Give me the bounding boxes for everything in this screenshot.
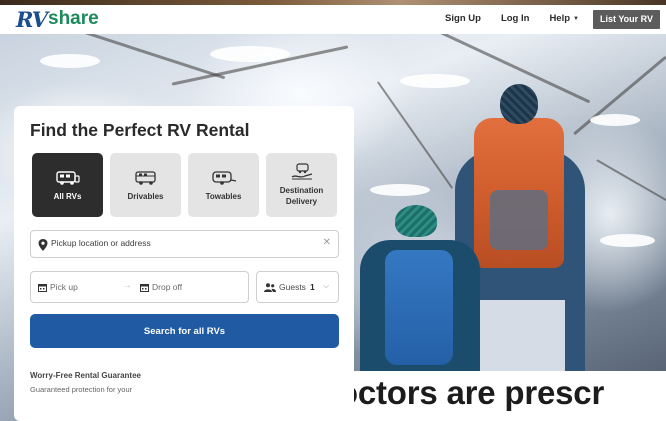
date-range-picker[interactable]: Pick up → Drop off: [30, 271, 249, 303]
snow-clump: [210, 46, 290, 62]
guests-label: Guests: [279, 282, 306, 292]
trailer-icon: [211, 169, 237, 187]
help-menu[interactable]: Help ▼: [539, 9, 589, 29]
type-drivables[interactable]: Drivables: [110, 153, 181, 217]
logo-share-text: share: [48, 8, 99, 29]
pickup-location-input[interactable]: Pickup location or address ✕: [30, 230, 339, 258]
type-label: Towables: [205, 191, 242, 201]
sign-up-link[interactable]: Sign Up: [435, 9, 491, 29]
log-in-link[interactable]: Log In: [491, 9, 540, 29]
hiker-adult-hat: [500, 84, 538, 124]
type-label: Drivables: [127, 191, 164, 201]
hiker-child-backpack: [385, 250, 453, 365]
tree-branch: [596, 159, 666, 211]
hiker-child-hat: [395, 205, 437, 237]
pickup-date-field[interactable]: Pick up: [50, 282, 78, 292]
guests-count: 1: [310, 282, 315, 292]
caret-down-icon: ▼: [573, 16, 579, 22]
clear-icon[interactable]: ✕: [323, 237, 331, 248]
dropoff-date-field[interactable]: Drop off: [152, 282, 182, 292]
type-label: Destination Delivery: [279, 186, 324, 206]
all-rvs-icon: [55, 169, 81, 187]
guarantee-text: Guaranteed protection for your: [30, 385, 133, 394]
snow-clump: [40, 54, 100, 68]
motorhome-icon: [133, 169, 159, 187]
guests-selector[interactable]: Guests 1 ⌵: [256, 271, 339, 303]
arrow-right-icon: →: [122, 280, 132, 291]
top-nav: Sign Up Log In Help ▼ List Your RV: [435, 9, 660, 29]
type-label: All RVs: [53, 191, 82, 201]
guarantee-title: Worry-Free Rental Guarantee: [30, 371, 141, 380]
search-button[interactable]: Search for all RVs: [30, 314, 339, 348]
site-header: RV share Sign Up Log In Help ▼ List Your…: [0, 5, 666, 34]
page: RV share Sign Up Log In Help ▼ List Your…: [0, 0, 666, 421]
delivery-icon: [289, 163, 315, 181]
snow-clump: [400, 74, 470, 88]
people-icon: [264, 283, 276, 292]
chevron-down-icon: ⌵: [323, 281, 330, 290]
tree-branch: [376, 81, 454, 189]
backpack-pocket: [490, 190, 548, 250]
help-label: Help: [549, 13, 571, 24]
logo-rv-text: RV: [16, 6, 48, 32]
type-all-rvs[interactable]: All RVs: [32, 153, 103, 217]
location-placeholder: Pickup location or address: [51, 238, 151, 248]
calendar-icon: [38, 284, 47, 292]
rvshare-logo[interactable]: RV share: [16, 6, 99, 32]
search-card: Find the Perfect RV Rental All RVs Driva…: [14, 106, 354, 421]
snow-clump: [370, 184, 430, 196]
type-towables[interactable]: Towables: [188, 153, 259, 217]
snow-clump: [600, 234, 655, 247]
search-card-title: Find the Perfect RV Rental: [30, 120, 250, 140]
location-pin-icon: [38, 239, 48, 251]
snow-clump: [590, 114, 640, 126]
type-destination-delivery[interactable]: Destination Delivery: [266, 153, 337, 217]
tree-branch: [389, 34, 591, 104]
list-your-rv-button[interactable]: List Your RV: [592, 9, 660, 29]
rv-type-selector: All RVs Drivables Towables Destination D…: [32, 153, 337, 217]
calendar-icon: [140, 284, 149, 292]
